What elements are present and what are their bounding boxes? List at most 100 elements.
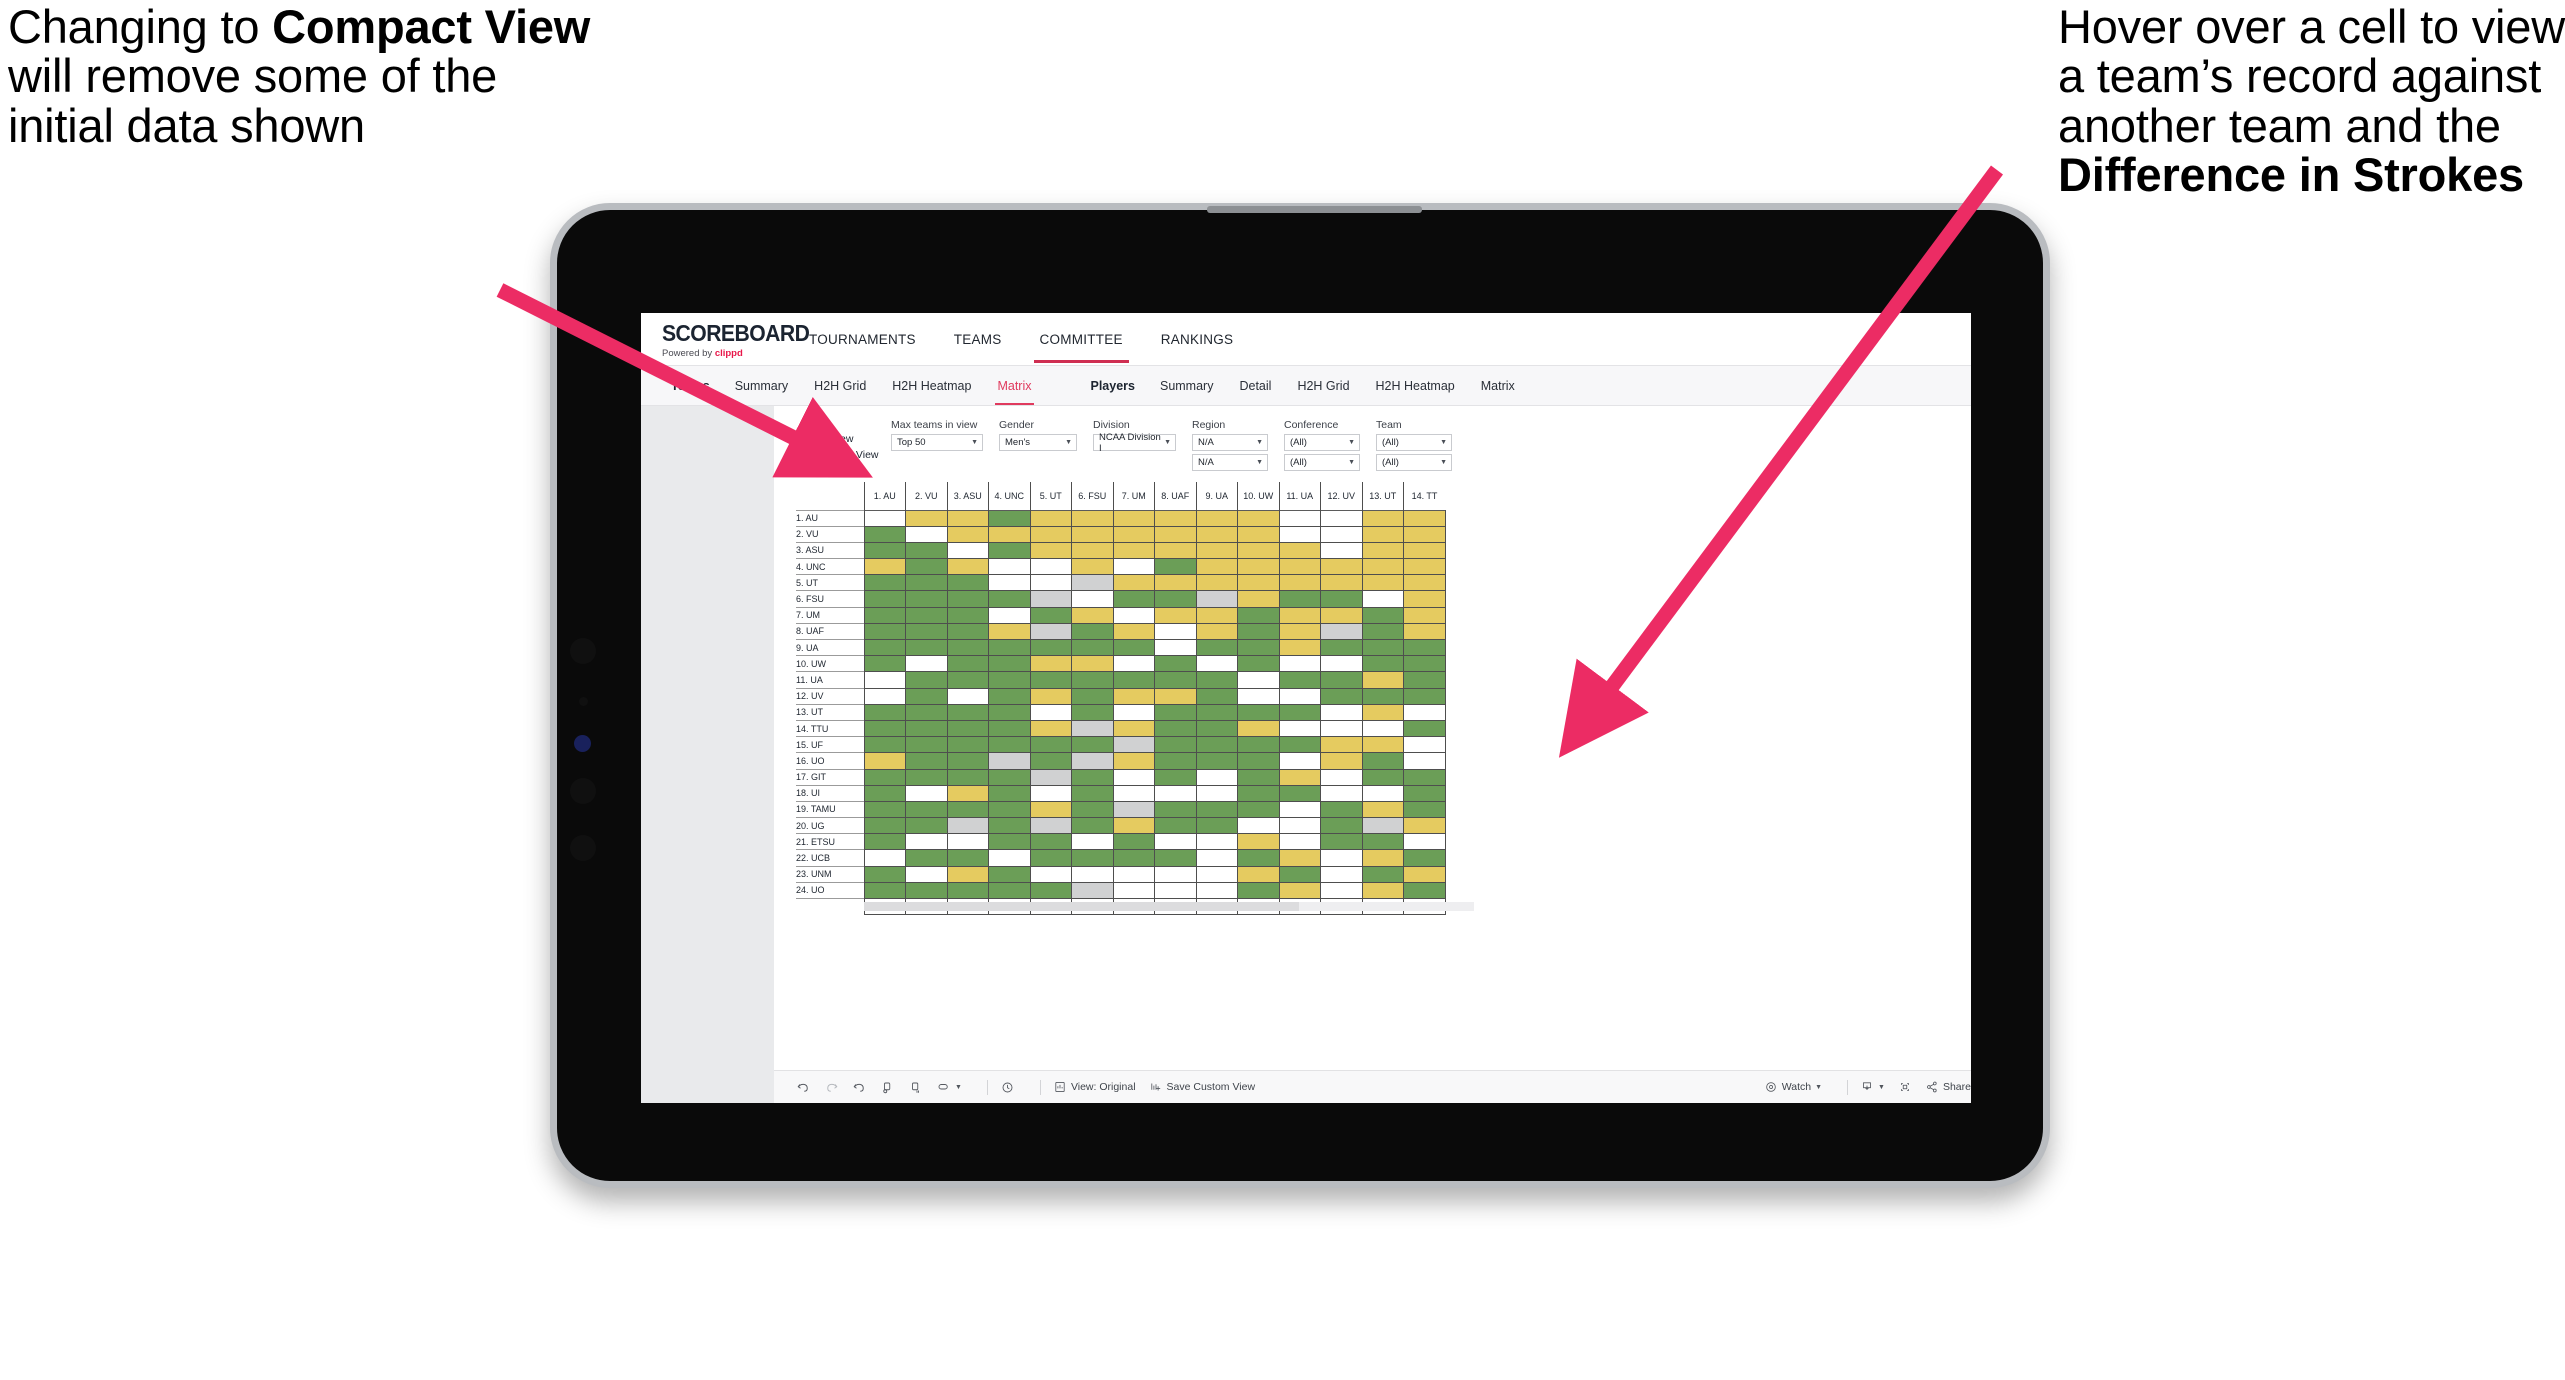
matrix-cell[interactable] [1403, 881, 1446, 900]
matrix-cell[interactable] [1320, 768, 1363, 786]
matrix-cell[interactable] [1361, 541, 1404, 560]
matrix-cell[interactable] [1029, 574, 1072, 592]
matrix-cell[interactable] [1278, 768, 1321, 786]
filter-region-select-2[interactable]: N/A ▼ [1192, 454, 1268, 471]
matrix-cell[interactable] [946, 849, 989, 867]
matrix-cell[interactable] [988, 558, 1031, 576]
matrix-cell[interactable] [1112, 752, 1155, 770]
matrix-cell[interactable] [1195, 833, 1238, 851]
matrix-cell[interactable] [1237, 541, 1280, 560]
matrix-cell[interactable] [1029, 800, 1072, 819]
matrix-cell[interactable] [1112, 768, 1155, 786]
matrix-cell[interactable] [905, 590, 948, 608]
matrix-cell[interactable] [1029, 541, 1072, 560]
matrix-cell[interactable] [1403, 800, 1446, 819]
matrix-cell[interactable] [988, 736, 1031, 754]
matrix-cell[interactable] [946, 606, 989, 624]
matrix-cell[interactable] [1029, 671, 1072, 689]
matrix-cell[interactable] [988, 590, 1031, 608]
matrix-cell[interactable] [1112, 606, 1155, 624]
matrix-cell[interactable] [1237, 817, 1280, 835]
matrix-cell[interactable] [1029, 509, 1072, 527]
matrix-cell[interactable] [1320, 865, 1363, 883]
matrix-cell[interactable] [946, 655, 989, 673]
matrix-cell[interactable] [1320, 719, 1363, 738]
matrix-cell[interactable] [1195, 574, 1238, 592]
matrix-cell[interactable] [1071, 525, 1114, 543]
filter-team-select-1[interactable]: (All) ▼ [1376, 434, 1452, 451]
matrix-cell[interactable] [1071, 671, 1114, 689]
matrix-cell[interactable] [1029, 606, 1072, 624]
matrix-cell[interactable] [1403, 525, 1446, 543]
matrix-cell[interactable] [1195, 849, 1238, 867]
matrix-cell[interactable] [1361, 606, 1404, 624]
matrix-cell[interactable] [988, 671, 1031, 689]
matrix-cell[interactable] [905, 817, 948, 835]
matrix-cell[interactable] [1071, 638, 1114, 657]
matrix-cell[interactable] [1320, 671, 1363, 689]
matrix-cell[interactable] [1320, 525, 1363, 543]
matrix-cell[interactable] [1071, 509, 1114, 527]
matrix-cell[interactable] [1278, 703, 1321, 721]
matrix-cell[interactable] [1154, 622, 1197, 641]
save-custom-view-button[interactable]: Save Custom View [1149, 1080, 1255, 1094]
matrix-cell[interactable] [1361, 768, 1404, 786]
matrix-cell[interactable] [988, 768, 1031, 786]
matrix-cell[interactable] [988, 752, 1031, 770]
matrix-cell[interactable] [1029, 703, 1072, 721]
matrix-cell[interactable] [1320, 622, 1363, 641]
matrix-cell[interactable] [1154, 784, 1197, 802]
matrix-cell[interactable] [1361, 865, 1404, 883]
matrix-cell[interactable] [1195, 881, 1238, 900]
watch-button[interactable]: Watch ▼ [1764, 1080, 1822, 1094]
matrix-cell[interactable] [946, 541, 989, 560]
matrix-cell[interactable] [1154, 752, 1197, 770]
subnav-players-h2h-heatmap[interactable]: H2H Heatmap [1363, 379, 1468, 393]
matrix-cell[interactable] [946, 703, 989, 721]
matrix-cell[interactable] [946, 833, 989, 851]
matrix-cell[interactable] [1237, 622, 1280, 641]
matrix-cell[interactable] [946, 574, 989, 592]
matrix-cell[interactable] [988, 687, 1031, 705]
matrix-cell[interactable] [1403, 833, 1446, 851]
matrix-cell[interactable] [988, 541, 1031, 560]
matrix-cell[interactable] [1071, 687, 1114, 705]
matrix-cell[interactable] [1237, 881, 1280, 900]
matrix-cell[interactable] [1112, 881, 1155, 900]
matrix-cell[interactable] [1154, 881, 1197, 900]
matrix-cell[interactable] [1361, 833, 1404, 851]
matrix-cell[interactable] [905, 622, 948, 641]
matrix-cell[interactable] [905, 865, 948, 883]
matrix-cell[interactable] [863, 687, 906, 705]
matrix-cell[interactable] [1403, 865, 1446, 883]
subnav-players-h2h-grid[interactable]: H2H Grid [1284, 379, 1362, 393]
matrix-cell[interactable] [905, 574, 948, 592]
matrix-cell[interactable] [863, 833, 906, 851]
matrix-cell[interactable] [1071, 541, 1114, 560]
matrix-cell[interactable] [1112, 574, 1155, 592]
matrix-cell[interactable] [1112, 541, 1155, 560]
matrix-cell[interactable] [905, 638, 948, 657]
matrix-cell[interactable] [905, 655, 948, 673]
matrix-cell[interactable] [1237, 671, 1280, 689]
redo-button[interactable] [824, 1080, 839, 1095]
matrix-cell[interactable] [1403, 687, 1446, 705]
filter-division-select[interactable]: NCAA Division I ▼ [1093, 432, 1176, 454]
subnav-teams-summary[interactable]: Summary [722, 379, 801, 393]
matrix-cell[interactable] [1112, 671, 1155, 689]
matrix-cell[interactable] [905, 736, 948, 754]
matrix-cell[interactable] [863, 849, 906, 867]
matrix-cell[interactable] [1195, 719, 1238, 738]
matrix-cell[interactable] [1320, 752, 1363, 770]
matrix-cell[interactable] [1278, 525, 1321, 543]
matrix-cell[interactable] [1361, 687, 1404, 705]
matrix-cell[interactable] [905, 800, 948, 819]
matrix-cell[interactable] [988, 703, 1031, 721]
matrix-cell[interactable] [1278, 817, 1321, 835]
matrix-cell[interactable] [1071, 574, 1114, 592]
matrix-cell[interactable] [1403, 655, 1446, 673]
matrix-cell[interactable] [863, 509, 906, 527]
matrix-cell[interactable] [863, 736, 906, 754]
matrix-cell[interactable] [1071, 590, 1114, 608]
matrix-cell[interactable] [1320, 574, 1363, 592]
